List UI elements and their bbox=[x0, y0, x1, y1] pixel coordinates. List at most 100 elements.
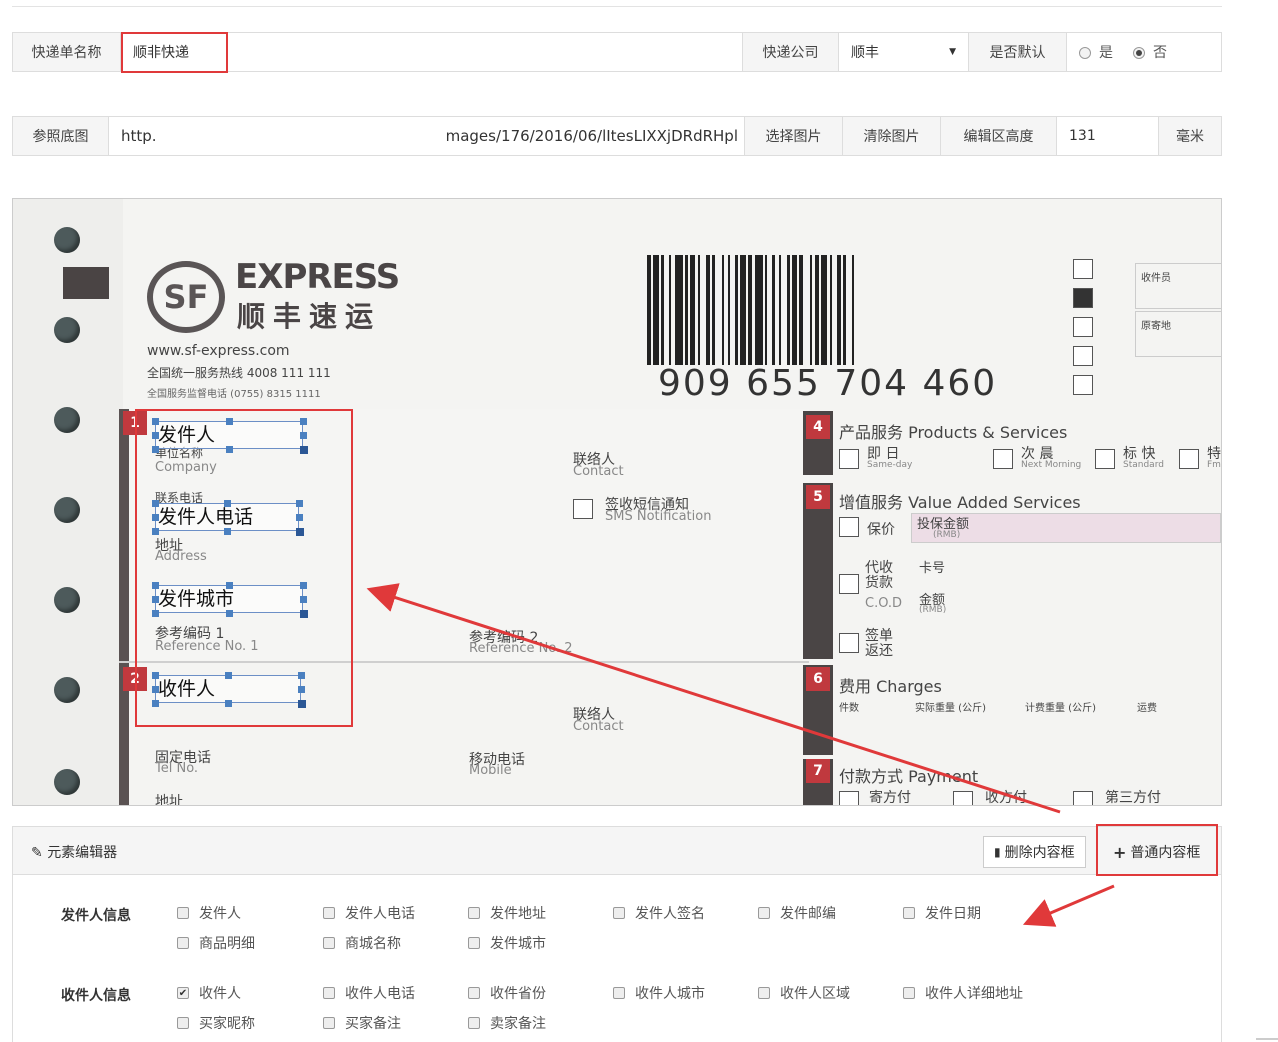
pay-receiver-label: 收方付 bbox=[985, 790, 1027, 806]
option-label: 发件日期 bbox=[925, 906, 981, 922]
insured-label: 保价 bbox=[867, 522, 895, 538]
checkbox[interactable] bbox=[903, 907, 915, 919]
logo-express-text: EXPRESS bbox=[235, 257, 400, 297]
delete-box-button[interactable]: ▮ 删除内容框 bbox=[983, 836, 1086, 868]
option-label: 发件邮编 bbox=[780, 906, 836, 922]
option-label: 买家备注 bbox=[345, 1016, 401, 1032]
products-title: 产品服务 Products & Services bbox=[839, 423, 1068, 442]
default-yes-radio[interactable]: 是 bbox=[1079, 42, 1113, 62]
receiver-group-label: 收件人信息 bbox=[61, 988, 131, 1004]
option-label: 发件人电话 bbox=[345, 906, 415, 922]
checkbox[interactable] bbox=[323, 937, 335, 949]
checkbox[interactable]: ✔ bbox=[177, 987, 189, 999]
default-yes-label: 是 bbox=[1099, 45, 1113, 61]
sender-field-option[interactable]: 发件地址 bbox=[468, 903, 546, 923]
checkbox[interactable] bbox=[613, 907, 625, 919]
sameday-en: Same-day bbox=[867, 460, 913, 470]
sender-field-option[interactable]: 发件邮编 bbox=[758, 903, 836, 923]
checkbox-mark bbox=[839, 633, 859, 653]
trash-icon: ▮ bbox=[994, 845, 1001, 859]
freight-label: 运费 bbox=[1137, 703, 1157, 714]
clear-image-button[interactable]: 清除图片 bbox=[843, 117, 941, 155]
checkbox[interactable] bbox=[177, 937, 189, 949]
barcode-stripe bbox=[854, 255, 858, 365]
checkbox[interactable] bbox=[323, 907, 335, 919]
binder-square bbox=[63, 267, 109, 299]
hotline-text: 全国统一服务热线 4008 111 111 bbox=[147, 366, 331, 380]
charges-title: 费用 Charges bbox=[839, 677, 942, 696]
receiver-field-option[interactable]: 收件人详细地址 bbox=[903, 983, 1023, 1003]
image-url-start: http. bbox=[121, 127, 157, 145]
edit-height-value: 131 bbox=[1069, 128, 1096, 144]
default-no-label: 否 bbox=[1153, 45, 1167, 61]
origin-label: 原寄地 bbox=[1141, 321, 1171, 332]
checkbox-mark bbox=[839, 449, 859, 469]
binder-hole bbox=[54, 317, 80, 343]
edit-icon: ✎ bbox=[31, 845, 43, 861]
reference-image-label: 参照底图 bbox=[13, 117, 109, 155]
receiver-field-option[interactable]: 收件人区域 bbox=[758, 983, 850, 1003]
option-label: 发件城市 bbox=[490, 936, 546, 952]
receiver-field-option[interactable]: 买家昵称 bbox=[177, 1013, 255, 1033]
reference-image-url-input[interactable]: http. mages/176/2016/06/lItesLIXXjDRdRHp… bbox=[109, 117, 745, 155]
chevron-down-icon: ▼ bbox=[949, 47, 956, 57]
checkbox[interactable] bbox=[468, 907, 480, 919]
edit-height-input[interactable]: 131 bbox=[1057, 117, 1159, 155]
section-6-number: 6 bbox=[806, 667, 830, 691]
binder-hole bbox=[54, 769, 80, 795]
checkbox[interactable] bbox=[177, 1017, 189, 1029]
checkbox-mark bbox=[1073, 375, 1093, 395]
section-bar bbox=[119, 409, 129, 805]
waybill-name-label: 快递单名称 bbox=[13, 33, 121, 71]
checkbox[interactable] bbox=[758, 987, 770, 999]
standard-en: Standard bbox=[1123, 460, 1164, 470]
checkbox[interactable] bbox=[613, 987, 625, 999]
checkbox-mark bbox=[1073, 346, 1093, 366]
sender-field-option[interactable]: 发件日期 bbox=[903, 903, 981, 923]
checkbox[interactable] bbox=[468, 987, 480, 999]
mobile-label-en: Mobile bbox=[469, 763, 512, 778]
sms-checkbox bbox=[573, 499, 593, 519]
receiver-field-option[interactable]: 收件人电话 bbox=[323, 983, 415, 1003]
receiver-field-option[interactable]: 收件人城市 bbox=[613, 983, 705, 1003]
actual-weight-label: 实际重量 (公斤) bbox=[915, 703, 986, 714]
value-added-title: 增值服务 Value Added Services bbox=[839, 493, 1081, 512]
sender-field-option[interactable]: 发件人 bbox=[177, 903, 241, 923]
courier-company-select[interactable]: 顺丰 ▼ bbox=[839, 33, 969, 71]
sender-field-option[interactable]: 商城名称 bbox=[323, 933, 401, 953]
checkbox-mark bbox=[1073, 317, 1093, 337]
choose-image-button[interactable]: 选择图片 bbox=[745, 117, 843, 155]
receiver-staff-label: 收件员 bbox=[1141, 273, 1171, 284]
receiver-field-option[interactable]: 买家备注 bbox=[323, 1013, 401, 1033]
checkbox-mark bbox=[953, 791, 973, 805]
section-7-number: 7 bbox=[806, 759, 830, 783]
checkbox-mark bbox=[839, 517, 859, 537]
sender-field-option[interactable]: 发件人签名 bbox=[613, 903, 705, 923]
sender-field-option[interactable]: 商品明细 bbox=[177, 933, 255, 953]
checkbox[interactable] bbox=[323, 987, 335, 999]
binder-hole bbox=[54, 497, 80, 523]
checkbox[interactable] bbox=[758, 907, 770, 919]
checkbox[interactable] bbox=[468, 1017, 480, 1029]
receiver-field-option[interactable]: 收件省份 bbox=[468, 983, 546, 1003]
delete-box-label: 删除内容框 bbox=[1004, 845, 1075, 861]
waybill-edit-canvas[interactable]: SF EXPRESS 顺丰速运 www.sf-express.com 全国统一服… bbox=[12, 198, 1222, 806]
checkbox[interactable] bbox=[323, 1017, 335, 1029]
default-no-radio[interactable]: 否 bbox=[1133, 42, 1167, 62]
receiver-field-option[interactable]: 卖家备注 bbox=[468, 1013, 546, 1033]
checkbox[interactable] bbox=[177, 907, 189, 919]
checkbox[interactable] bbox=[903, 987, 915, 999]
binder-hole bbox=[54, 677, 80, 703]
sender-field-option[interactable]: 发件人电话 bbox=[323, 903, 415, 923]
option-label: 发件人签名 bbox=[635, 906, 705, 922]
barcode-stripe bbox=[675, 255, 683, 365]
sender-field-option[interactable]: 发件城市 bbox=[468, 933, 546, 953]
reference-image-row: 参照底图 http. mages/176/2016/06/lItesLIXXjD… bbox=[12, 116, 1222, 156]
receiver-field-option[interactable]: ✔ 收件人 bbox=[177, 983, 241, 1003]
sf-logo-icon: SF bbox=[147, 261, 225, 333]
checkbox[interactable] bbox=[468, 937, 480, 949]
contact-label-en: Contact bbox=[573, 464, 624, 479]
option-label: 收件人 bbox=[199, 986, 241, 1002]
top-divider bbox=[12, 6, 1222, 7]
address2-label-cn: 地址 bbox=[155, 794, 183, 806]
